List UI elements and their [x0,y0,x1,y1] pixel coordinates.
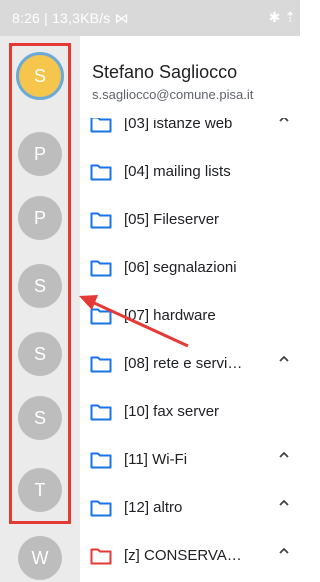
account-name: Stefano Sagliocco [92,62,238,82]
folder-label: [05] Fileserver [124,211,220,228]
avatar-letter: S [33,65,46,86]
account-email: s.sagliocco@comune.pisa.it [92,87,254,102]
avatar-letter: W [31,547,49,568]
folder-item[interactable]: [11] Wi-Fi [80,442,300,482]
folder-label: [11] Wi-Fi [124,451,188,468]
folder-label: [03] istanze web [124,118,233,132]
account-avatar[interactable]: S [18,264,62,308]
avatar-letter: S [33,343,46,364]
avatar-letter: P [33,143,46,164]
folder-list: [03] istanze web [04] mailing lists [05]… [80,118,300,582]
account-sidebar: S P P S S S T W [0,36,80,582]
avatar-letter: T [34,479,46,500]
account-avatar[interactable]: S [18,396,62,440]
chevron-up-icon[interactable] [278,497,290,509]
status-icons: ✱ ⇡ [268,9,296,25]
folder-item[interactable]: [07] hardware [80,298,300,338]
folder-label: [12] altro [124,499,183,516]
folder-label: [08] rete e servi… [124,355,243,372]
account-avatar[interactable]: S [18,332,62,376]
account-avatar[interactable]: P [18,132,62,176]
folder-item[interactable]: [06] segnalazioni [80,250,300,290]
folder-icon [90,404,112,421]
folder-item[interactable]: [12] altro [80,490,300,530]
folder-icon [90,356,112,373]
folder-label: [07] hardware [124,307,216,324]
status-time: 8:26 | 13,3KB/s ⋈ [12,10,129,26]
folder-item[interactable]: [10] fax server [80,394,300,434]
folder-item[interactable]: [04] mailing lists [80,154,300,194]
folder-icon [90,260,112,277]
avatar-letter: S [33,275,46,296]
folder-item[interactable]: [05] Fileserver [80,202,300,242]
folder-icon [90,164,112,181]
folder-icon [90,452,112,469]
folder-label: [10] fax server [124,403,220,420]
account-header: Stefano Sagliocco s.sagliocco@comune.pis… [80,36,300,118]
chevron-up-icon[interactable] [278,353,290,365]
account-avatar-active[interactable]: S [16,52,64,100]
status-bar: 8:26 | 13,3KB/s ⋈ ✱ ⇡ [0,0,300,36]
account-avatar[interactable]: T [18,468,62,512]
avatar-letter: P [33,207,46,228]
avatar-letter: S [33,407,46,428]
account-avatar[interactable]: W [18,536,62,580]
folder-icon [90,212,112,229]
folder-icon [90,548,112,565]
folder-item[interactable]: [03] istanze web [80,118,300,146]
folder-label: [04] mailing lists [124,163,231,180]
chevron-up-icon[interactable] [278,118,290,125]
folder-label: [06] segnalazioni [124,259,237,276]
folder-item[interactable]: [08] rete e servi… [80,346,300,386]
account-avatar[interactable]: P [18,196,62,240]
chevron-up-icon[interactable] [278,449,290,461]
folder-icon [90,500,112,517]
folder-icon [90,118,112,133]
folder-item[interactable]: [z] CONSERVA… [80,538,300,578]
chevron-up-icon[interactable] [278,545,290,557]
folder-label: [z] CONSERVA… [124,547,242,564]
folder-icon [90,308,112,325]
